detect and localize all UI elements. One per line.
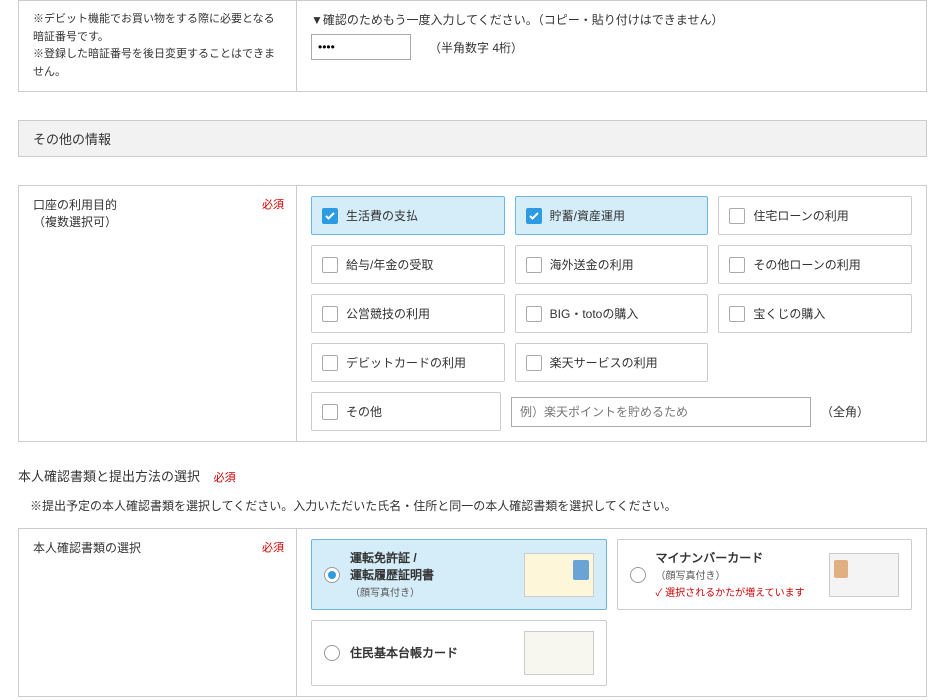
purpose-checkbox-8[interactable]: 宝くじの購入	[718, 294, 912, 333]
doc-alert: ✓ 選択されるかたが増えています	[656, 584, 820, 599]
purpose-other-hint: （全角）	[821, 403, 869, 420]
purpose-checkbox-label: 宝くじの購入	[753, 305, 825, 322]
purpose-checkbox-7[interactable]: BIG・totoの購入	[515, 294, 709, 333]
pin-note-1: ※デビット機能でお買い物をする際に必要となる暗証番号です。	[33, 11, 282, 46]
doc-main-1: 運転免許証 /	[350, 550, 514, 567]
doc-sub: （顔写真付き）	[656, 567, 820, 582]
checkbox-icon	[322, 257, 338, 273]
purpose-checkbox-2[interactable]: 住宅ローンの利用	[718, 196, 912, 235]
id-doc-title-text: 本人確認書類と提出方法の選択	[18, 469, 200, 484]
purpose-required: 必須	[262, 196, 284, 212]
purpose-checkbox-10[interactable]: 楽天サービスの利用	[515, 343, 709, 382]
doc-sub: （顔写真付き）	[350, 584, 514, 599]
doc-thumb-myno	[829, 553, 899, 597]
id-doc-row: 本人確認書類の選択 必須 運転免許証 /運転履歴証明書（顔写真付き）マイナンバー…	[18, 528, 927, 697]
checkbox-icon	[322, 355, 338, 371]
purpose-checkbox-3[interactable]: 給与/年金の受取	[311, 245, 505, 284]
purpose-checkbox-label: その他ローンの利用	[753, 256, 860, 273]
purpose-checkbox-6[interactable]: 公営競技の利用	[311, 294, 505, 333]
purpose-checkbox-label: デビットカードの利用	[346, 354, 466, 371]
radio-icon	[324, 645, 340, 661]
purpose-checkbox-5[interactable]: その他ローンの利用	[718, 245, 912, 284]
pin-label-col: ※デビット機能でお買い物をする際に必要となる暗証番号です。 ※登録した暗証番号を…	[19, 1, 297, 91]
purpose-row: 口座の利用目的 （複数選択可） 必須 生活費の支払 貯蓄/資産運用 住宅ローンの利用…	[18, 185, 927, 442]
id-doc-section-title: 本人確認書類と提出方法の選択 必須	[18, 466, 927, 485]
pin-hint: （半角数字 4桁）	[429, 39, 523, 56]
id-doc-instruction: ※提出予定の本人確認書類を選択してください。入力いただいた氏名・住所と同一の本人…	[30, 497, 927, 514]
id-doc-content: 運転免許証 /運転履歴証明書（顔写真付き）マイナンバーカード（顔写真付き）✓ 選…	[297, 529, 926, 696]
doc-text: 住民基本台帳カード	[350, 645, 514, 662]
doc-main-1: マイナンバーカード	[656, 550, 820, 567]
purpose-checkbox-label: 貯蓄/資産運用	[550, 207, 625, 224]
purpose-checkbox-9[interactable]: デビットカードの利用	[311, 343, 505, 382]
checkbox-icon	[729, 208, 745, 224]
doc-option-1[interactable]: マイナンバーカード（顔写真付き） ✓ 選択されるかたが増えています	[617, 539, 913, 610]
purpose-checkbox-label: 生活費の支払	[346, 207, 418, 224]
purpose-other-checkbox[interactable]: その他	[311, 392, 501, 431]
purpose-checkbox-1[interactable]: 貯蓄/資産運用	[515, 196, 709, 235]
purpose-label: 口座の利用目的	[33, 196, 282, 213]
checkbox-icon	[526, 355, 542, 371]
purpose-checkbox-label: 海外送金の利用	[550, 256, 634, 273]
checkbox-icon	[526, 257, 542, 273]
pin-row: ※デビット機能でお買い物をする際に必要となる暗証番号です。 ※登録した暗証番号を…	[18, 0, 927, 92]
purpose-checkbox-label: 住宅ローンの利用	[753, 207, 848, 224]
radio-icon	[630, 567, 646, 583]
purpose-checkbox-label: 公営競技の利用	[346, 305, 430, 322]
pin-note-2: ※登録した暗証番号を後日変更することはできません。	[33, 46, 282, 81]
purpose-checkbox-label: 給与/年金の受取	[346, 256, 433, 273]
radio-icon	[324, 567, 340, 583]
pin-confirm-label: ▼確認のためもう一度入力してください。（コピー・貼り付けはできません）	[311, 11, 912, 28]
checkbox-icon	[322, 208, 338, 224]
checkbox-icon	[526, 306, 542, 322]
checkbox-icon	[526, 208, 542, 224]
purpose-checkbox-0[interactable]: 生活費の支払	[311, 196, 505, 235]
doc-main-1: 住民基本台帳カード	[350, 645, 514, 662]
doc-thumb-juki	[524, 631, 594, 675]
pin-confirm-input[interactable]	[311, 34, 411, 60]
purpose-checkbox-4[interactable]: 海外送金の利用	[515, 245, 709, 284]
checkbox-icon	[729, 306, 745, 322]
purpose-label-col: 口座の利用目的 （複数選択可） 必須	[19, 186, 297, 441]
other-info-header: その他の情報	[18, 120, 927, 157]
doc-text: マイナンバーカード（顔写真付き） ✓ 選択されるかたが増えています	[656, 550, 820, 599]
doc-thumb-license	[524, 553, 594, 597]
id-doc-label-col: 本人確認書類の選択 必須	[19, 529, 297, 696]
purpose-sublabel: （複数選択可）	[33, 213, 282, 230]
id-doc-row-required: 必須	[262, 539, 284, 555]
doc-option-2[interactable]: 住民基本台帳カード	[311, 620, 607, 686]
purpose-other-label: その他	[346, 403, 382, 420]
doc-text: 運転免許証 /運転履歴証明書（顔写真付き）	[350, 550, 514, 599]
purpose-checkbox-label: BIG・totoの購入	[550, 305, 639, 322]
pin-content: ▼確認のためもう一度入力してください。（コピー・貼り付けはできません） （半角数…	[297, 1, 926, 91]
id-doc-row-label: 本人確認書類の選択	[33, 539, 282, 556]
doc-main-2: 運転履歴証明書	[350, 567, 514, 584]
purpose-other-input[interactable]	[511, 397, 811, 427]
purpose-checkbox-label: 楽天サービスの利用	[550, 354, 658, 371]
purpose-content: 生活費の支払 貯蓄/資産運用 住宅ローンの利用給与/年金の受取 海外送金の利用 その他ロ…	[297, 186, 926, 441]
id-doc-required: 必須	[214, 472, 236, 484]
doc-option-0[interactable]: 運転免許証 /運転履歴証明書（顔写真付き）	[311, 539, 607, 610]
checkbox-icon	[322, 306, 338, 322]
checkbox-icon	[322, 404, 338, 420]
checkbox-icon	[729, 257, 745, 273]
